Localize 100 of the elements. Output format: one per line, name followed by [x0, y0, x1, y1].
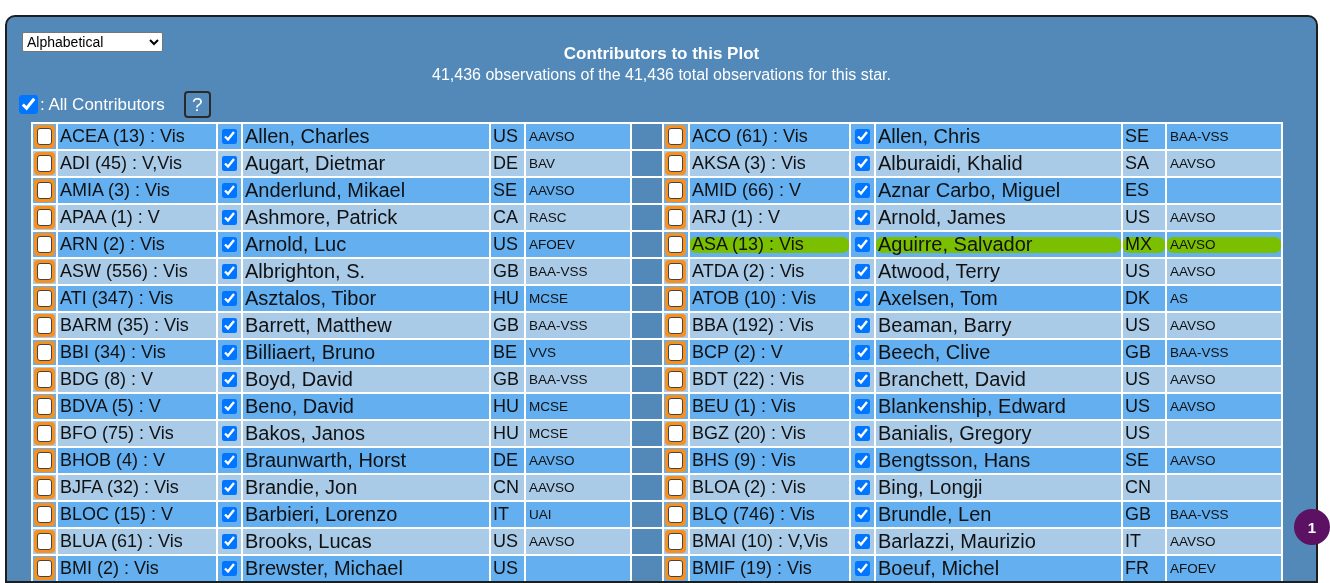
marker-checkbox[interactable] — [34, 314, 55, 337]
include-checkbox[interactable] — [222, 399, 237, 414]
marker-checkbox[interactable] — [34, 368, 55, 391]
marker-checkbox[interactable] — [665, 530, 686, 553]
include-checkbox[interactable] — [222, 372, 237, 387]
include-checkbox[interactable] — [855, 129, 870, 144]
include-checkbox[interactable] — [855, 291, 870, 306]
observer-name: Aguirre, Salvador — [877, 233, 1033, 256]
spacer-cell — [632, 178, 662, 203]
marker-checkbox[interactable] — [665, 125, 686, 148]
include-checkbox[interactable] — [222, 480, 237, 495]
marker-checkbox[interactable] — [34, 476, 55, 499]
marker-checkbox[interactable] — [665, 206, 686, 229]
country-code: US — [1124, 261, 1150, 282]
all-contributors-checkbox[interactable] — [19, 95, 38, 114]
include-checkbox[interactable] — [855, 480, 870, 495]
marker-checkbox[interactable] — [665, 152, 686, 175]
notification-badge[interactable]: 1 — [1294, 509, 1330, 545]
country-code: ES — [1124, 180, 1149, 201]
marker-checkbox[interactable] — [34, 206, 55, 229]
marker-checkbox[interactable] — [665, 503, 686, 526]
spacer-cell — [632, 232, 662, 257]
marker-checkbox[interactable] — [665, 395, 686, 418]
include-checkbox[interactable] — [855, 237, 870, 252]
include-checkbox[interactable] — [855, 561, 870, 576]
include-checkbox[interactable] — [222, 264, 237, 279]
observer-name: Albrighton, S. — [244, 260, 366, 283]
marker-checkbox[interactable] — [665, 422, 686, 445]
marker-checkbox[interactable] — [34, 341, 55, 364]
marker-checkbox[interactable] — [665, 368, 686, 391]
organization: AAVSO — [1169, 156, 1216, 171]
include-checkbox[interactable] — [855, 318, 870, 333]
marker-checkbox[interactable] — [665, 260, 686, 283]
observer-code: ARJ (1) : V — [691, 207, 780, 228]
marker-checkbox[interactable] — [34, 233, 55, 256]
country-code: GB — [492, 315, 519, 336]
organization: AAVSO — [1169, 264, 1216, 279]
marker-checkbox[interactable] — [34, 260, 55, 283]
include-checkbox[interactable] — [855, 426, 870, 441]
marker-checkbox[interactable] — [665, 449, 686, 472]
marker-checkbox[interactable] — [34, 152, 55, 175]
marker-checkbox[interactable] — [34, 125, 55, 148]
organization: AAVSO — [1169, 318, 1216, 333]
marker-checkbox[interactable] — [34, 287, 55, 310]
country-code: US — [492, 126, 518, 147]
organization: AAVSO — [1169, 210, 1216, 225]
marker-checkbox[interactable] — [34, 395, 55, 418]
include-checkbox[interactable] — [222, 507, 237, 522]
country-code: BE — [492, 342, 517, 363]
country-code: CA — [492, 207, 518, 228]
country-code: US — [1124, 207, 1150, 228]
include-checkbox[interactable] — [855, 210, 870, 225]
include-checkbox[interactable] — [222, 210, 237, 225]
include-checkbox[interactable] — [222, 183, 237, 198]
country-code: US — [1124, 315, 1150, 336]
include-checkbox[interactable] — [222, 156, 237, 171]
marker-checkbox[interactable] — [665, 557, 686, 580]
include-checkbox[interactable] — [855, 507, 870, 522]
include-checkbox[interactable] — [222, 318, 237, 333]
include-checkbox[interactable] — [222, 237, 237, 252]
observer-code: BDVA (5) : V — [59, 396, 161, 417]
include-checkbox[interactable] — [222, 561, 237, 576]
observer-code: ARN (2) : Vis — [59, 234, 165, 255]
country-code: US — [492, 558, 518, 579]
include-checkbox[interactable] — [855, 156, 870, 171]
organization: AAVSO — [528, 453, 575, 468]
marker-checkbox[interactable] — [34, 557, 55, 580]
include-checkbox[interactable] — [855, 399, 870, 414]
marker-checkbox[interactable] — [34, 449, 55, 472]
marker-checkbox[interactable] — [34, 530, 55, 553]
marker-checkbox[interactable] — [665, 341, 686, 364]
country-code: SE — [1124, 450, 1149, 471]
organization: AAVSO — [1169, 372, 1216, 387]
observer-code: AMID (66) : V — [691, 180, 802, 201]
sort-dropdown[interactable]: Alphabetical — [22, 32, 163, 52]
include-checkbox[interactable] — [855, 372, 870, 387]
country-code: IT — [1124, 531, 1141, 552]
observer-name: Aznar Carbo, Miguel — [877, 179, 1061, 202]
include-checkbox[interactable] — [222, 129, 237, 144]
help-button[interactable]: ? — [183, 91, 211, 118]
include-checkbox[interactable] — [222, 345, 237, 360]
marker-checkbox[interactable] — [665, 287, 686, 310]
include-checkbox[interactable] — [222, 453, 237, 468]
spacer-cell — [632, 394, 662, 419]
include-checkbox[interactable] — [855, 453, 870, 468]
marker-checkbox[interactable] — [34, 179, 55, 202]
include-checkbox[interactable] — [855, 264, 870, 279]
marker-checkbox[interactable] — [34, 503, 55, 526]
marker-checkbox[interactable] — [34, 422, 55, 445]
include-checkbox[interactable] — [855, 345, 870, 360]
include-checkbox[interactable] — [222, 534, 237, 549]
include-checkbox[interactable] — [855, 183, 870, 198]
include-checkbox[interactable] — [222, 291, 237, 306]
include-checkbox[interactable] — [855, 534, 870, 549]
country-code: DK — [1124, 288, 1150, 309]
include-checkbox[interactable] — [222, 426, 237, 441]
marker-checkbox[interactable] — [665, 476, 686, 499]
marker-checkbox[interactable] — [665, 179, 686, 202]
marker-checkbox[interactable] — [665, 233, 686, 256]
marker-checkbox[interactable] — [665, 314, 686, 337]
